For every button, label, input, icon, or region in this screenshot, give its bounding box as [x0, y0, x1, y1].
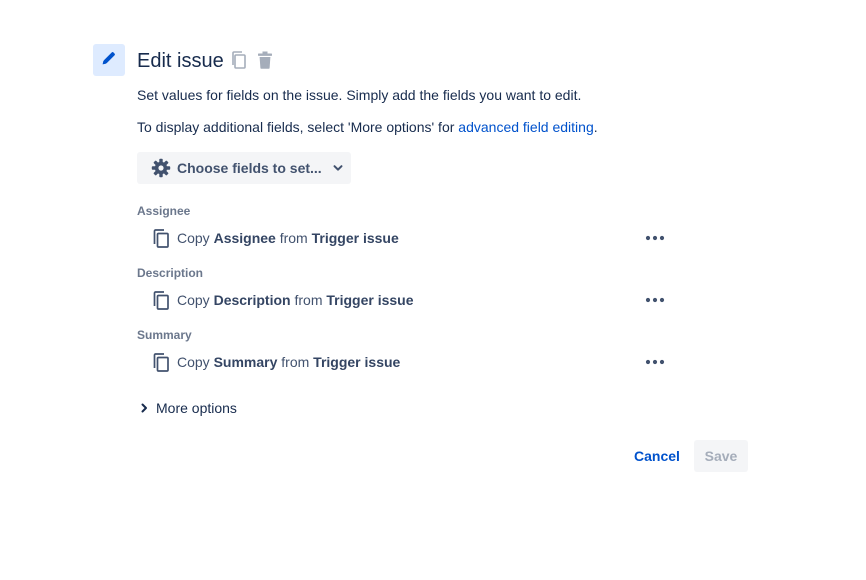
advanced-editing-hint: To display additional fields, select 'Mo… — [137, 118, 598, 136]
more-actions-icon[interactable] — [642, 350, 668, 374]
hint-suffix: . — [593, 119, 598, 135]
copy-icon — [152, 352, 171, 373]
field-row-description: Copy Description from Trigger issue — [137, 284, 677, 316]
pencil-icon — [100, 49, 118, 72]
field-row-assignee: Copy Assignee from Trigger issue — [137, 222, 677, 254]
advanced-field-editing-link[interactable]: advanced field editing — [458, 119, 593, 135]
copy-icon — [152, 228, 171, 249]
more-options-label: More options — [156, 400, 237, 416]
field-value-text: Copy Assignee from Trigger issue — [177, 230, 399, 246]
chevron-right-icon — [137, 402, 151, 414]
choose-fields-label: Choose fields to set... — [177, 160, 322, 176]
field-row-summary: Copy Summary from Trigger issue — [137, 346, 677, 378]
hint-prefix: To display additional fields, select 'Mo… — [137, 119, 459, 135]
more-actions-icon[interactable] — [642, 226, 668, 250]
field-label-assignee: Assignee — [137, 204, 191, 218]
more-actions-icon[interactable] — [642, 288, 668, 312]
field-label-description: Description — [137, 266, 204, 280]
save-button[interactable]: Save — [694, 440, 748, 472]
field-label-summary: Summary — [137, 328, 192, 342]
page-title: Edit issue — [137, 50, 224, 72]
description-text: Set values for fields on the issue. Simp… — [137, 87, 582, 103]
field-value-text: Copy Summary from Trigger issue — [177, 354, 401, 370]
chevron-down-icon — [332, 162, 344, 174]
gear-icon — [151, 158, 171, 178]
trash-icon[interactable] — [255, 50, 275, 70]
choose-fields-button[interactable]: Choose fields to set... — [137, 152, 351, 184]
duplicate-icon[interactable] — [229, 50, 249, 70]
cancel-button[interactable]: Cancel — [627, 440, 687, 472]
more-options-toggle[interactable]: More options — [137, 400, 237, 416]
pencil-icon-box — [93, 44, 125, 76]
edit-issue-panel: Edit issue Set values for fields on the … — [0, 0, 866, 580]
title-actions — [229, 50, 275, 70]
copy-icon — [152, 290, 171, 311]
field-value-text: Copy Description from Trigger issue — [177, 292, 414, 308]
